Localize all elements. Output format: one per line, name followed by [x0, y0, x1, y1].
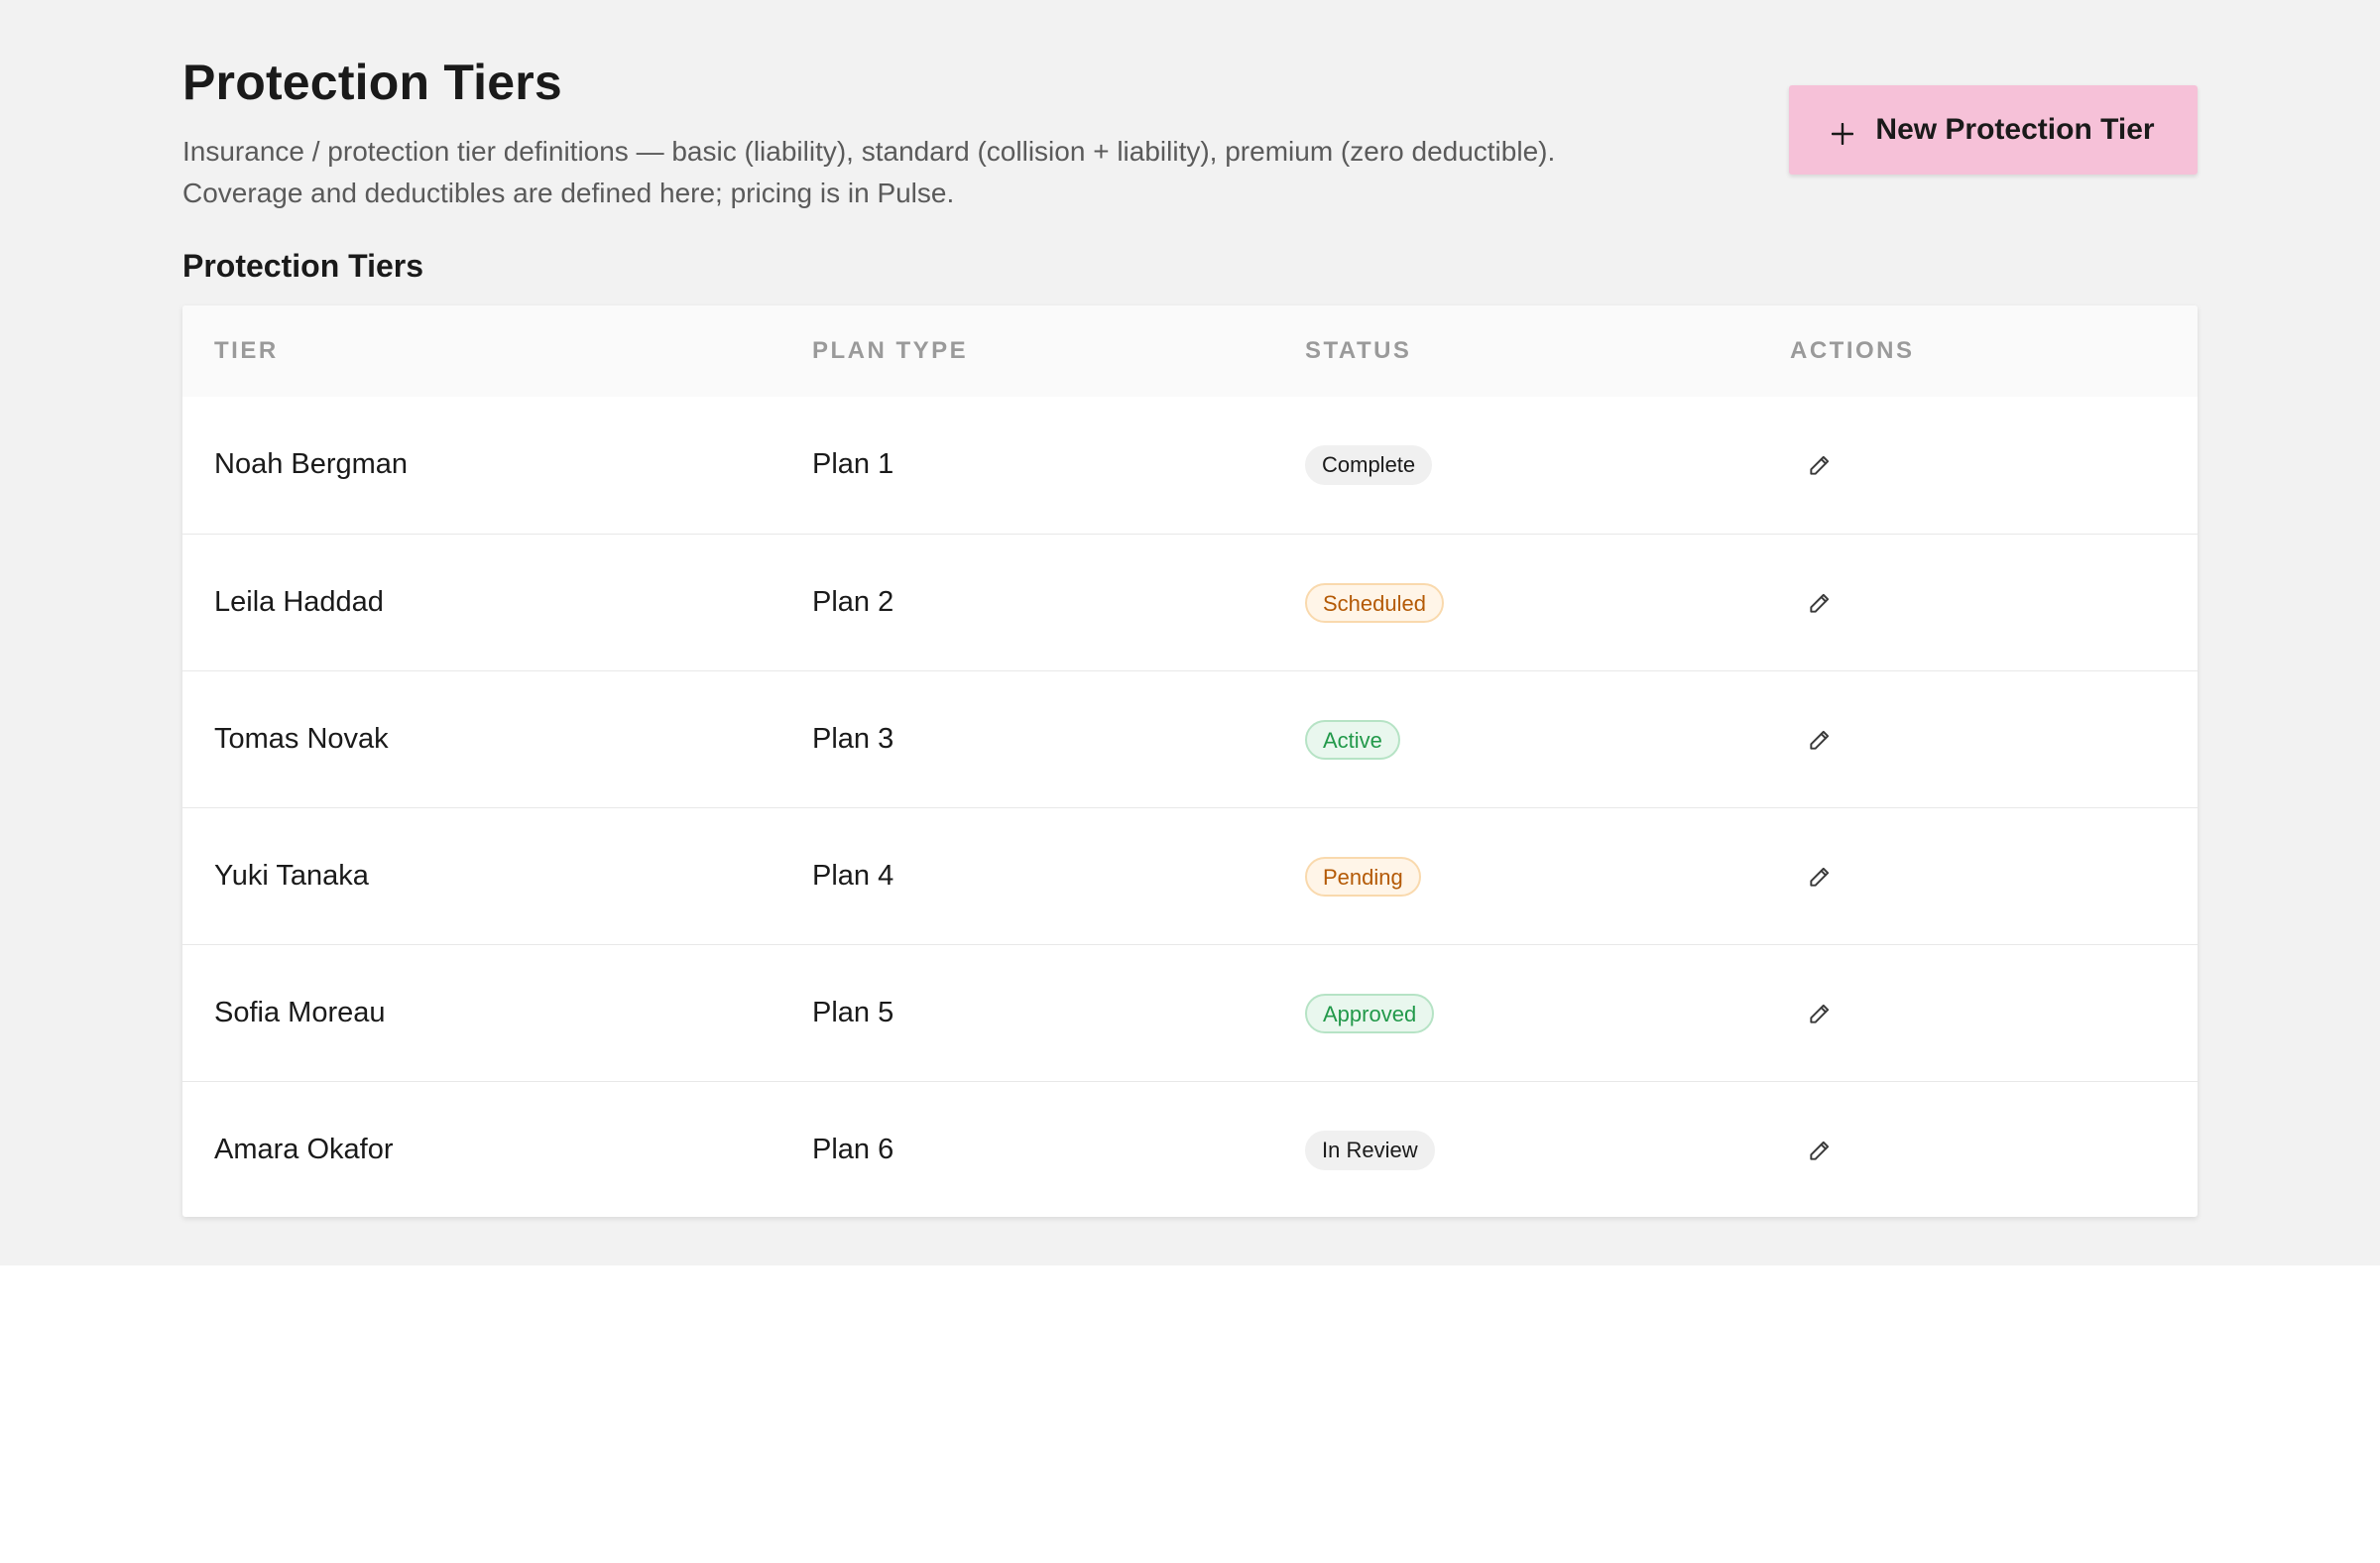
tier-name-cell: Yuki Tanaka [214, 808, 369, 944]
status-cell: Complete [1305, 397, 1433, 533]
table-row[interactable]: Yuki Tanaka Plan 4 Pending [182, 807, 2198, 944]
pencil-icon [1807, 1138, 1833, 1163]
status-badge: Scheduled [1305, 582, 1444, 623]
plan-type: Plan 4 [812, 860, 894, 892]
actions-cell [1790, 397, 1849, 533]
tier-name-cell: Leila Haddad [214, 535, 384, 670]
plan-type-cell: Plan 3 [812, 671, 893, 807]
column-header-actions: ACTIONS [1790, 337, 1915, 364]
tier-name-cell: Tomas Novak [214, 671, 389, 807]
new-protection-tier-label: New Protection Tier [1875, 113, 2155, 146]
tier-name: Sofia Moreau [214, 997, 386, 1028]
edit-button[interactable] [1790, 710, 1849, 770]
column-header-tier[interactable]: TIER [214, 305, 279, 397]
status-cell: Scheduled [1305, 535, 1444, 670]
section-title: Protection Tiers [182, 248, 424, 284]
tier-name: Tomas Novak [214, 723, 389, 755]
table-header-row: TIER PLAN TYPE STATUS ACTIONS [182, 305, 2198, 397]
status-badge: Approved [1305, 993, 1435, 1033]
actions-cell [1790, 1082, 1849, 1217]
plus-icon [1832, 119, 1854, 146]
actions-cell [1790, 671, 1849, 807]
column-header-plan-type[interactable]: PLAN TYPE [812, 305, 968, 397]
tier-name: Noah Bergman [214, 448, 409, 480]
edit-button[interactable] [1790, 573, 1849, 633]
table-row[interactable]: Amara Okafor Plan 6 In Review [182, 1081, 2198, 1217]
pencil-icon [1807, 452, 1833, 478]
page-title: Protection Tiers [182, 55, 562, 110]
plan-type: Plan 3 [812, 723, 894, 755]
actions-cell [1790, 945, 1849, 1081]
page-description-line: Coverage and deductibles are defined her… [182, 178, 955, 208]
table-row[interactable]: Leila Haddad Plan 2 Scheduled [182, 534, 2198, 670]
edit-button[interactable] [1790, 847, 1849, 906]
pencil-icon [1807, 864, 1833, 890]
edit-button[interactable] [1790, 1121, 1849, 1180]
tier-name-cell: Noah Bergman [214, 397, 408, 533]
status-cell: In Review [1305, 1082, 1435, 1217]
pencil-icon [1807, 727, 1833, 753]
column-header-status[interactable]: STATUS [1305, 305, 1411, 397]
pencil-icon [1807, 1001, 1833, 1026]
plan-type-cell: Plan 2 [812, 535, 893, 670]
page-header: Protection Tiers Insurance / protection … [182, 50, 1682, 214]
edit-button[interactable] [1790, 984, 1849, 1043]
page-description: Insurance / protection tier definitions … [182, 131, 1682, 214]
plan-type: Plan 1 [812, 448, 894, 480]
tier-name: Yuki Tanaka [214, 860, 369, 892]
plan-type: Plan 2 [812, 586, 894, 618]
page-description-line: Insurance / protection tier definitions … [182, 136, 1556, 167]
status-badge: Complete [1305, 444, 1433, 485]
status-cell: Active [1305, 671, 1400, 807]
tier-name: Amara Okafor [214, 1134, 394, 1165]
table-row[interactable]: Sofia Moreau Plan 5 Approved [182, 944, 2198, 1081]
status-cell: Pending [1305, 808, 1421, 944]
actions-cell [1790, 808, 1849, 944]
new-protection-tier-button[interactable]: New Protection Tier [1789, 85, 2198, 175]
table-row[interactable]: Tomas Novak Plan 3 Active [182, 670, 2198, 807]
plan-type: Plan 6 [812, 1134, 894, 1165]
pencil-icon [1807, 590, 1833, 616]
actions-cell [1790, 535, 1849, 670]
status-cell: Approved [1305, 945, 1435, 1081]
tier-name-cell: Sofia Moreau [214, 945, 386, 1081]
status-badge: Active [1305, 719, 1400, 760]
edit-button[interactable] [1790, 435, 1849, 495]
tier-name-cell: Amara Okafor [214, 1082, 394, 1217]
tier-name: Leila Haddad [214, 586, 384, 618]
protection-tiers-table: TIER PLAN TYPE STATUS ACTIONS Noah Bergm… [182, 305, 2198, 1217]
plan-type: Plan 5 [812, 997, 894, 1028]
plan-type-cell: Plan 1 [812, 397, 893, 533]
status-badge: Pending [1305, 856, 1421, 897]
plan-type-cell: Plan 4 [812, 808, 893, 944]
status-badge: In Review [1305, 1130, 1435, 1170]
table-row[interactable]: Noah Bergman Plan 1 Complete [182, 397, 2198, 534]
plan-type-cell: Plan 5 [812, 945, 893, 1081]
plan-type-cell: Plan 6 [812, 1082, 893, 1217]
